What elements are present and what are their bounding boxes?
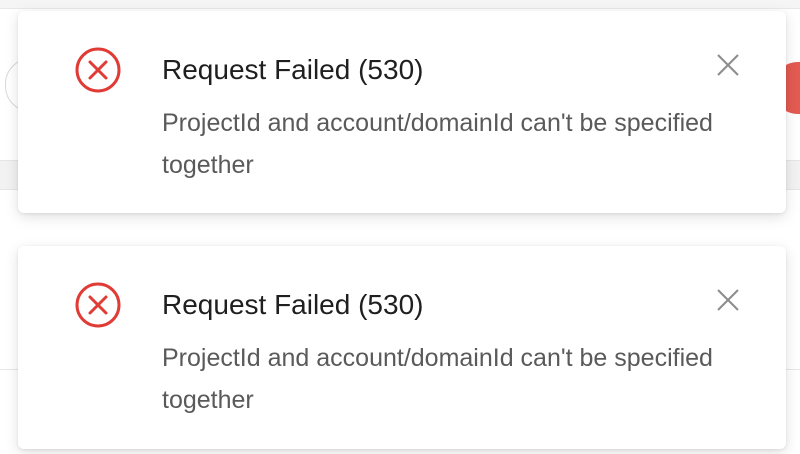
background-top-bar xyxy=(0,0,800,9)
close-icon[interactable] xyxy=(712,49,744,81)
close-circle-icon xyxy=(74,281,122,329)
notification-title: Request Failed (530) xyxy=(162,54,424,85)
error-notification: Request Failed (530) ProjectId and accou… xyxy=(18,246,786,449)
notification-title: Request Failed (530) xyxy=(162,289,424,320)
notification-message: ProjectId and account/domainId can't be … xyxy=(162,109,713,179)
close-icon[interactable] xyxy=(712,284,744,316)
notification-message: ProjectId and account/domainId can't be … xyxy=(162,344,713,414)
close-circle-icon xyxy=(74,46,122,94)
error-notification: Request Failed (530) ProjectId and accou… xyxy=(18,11,786,213)
